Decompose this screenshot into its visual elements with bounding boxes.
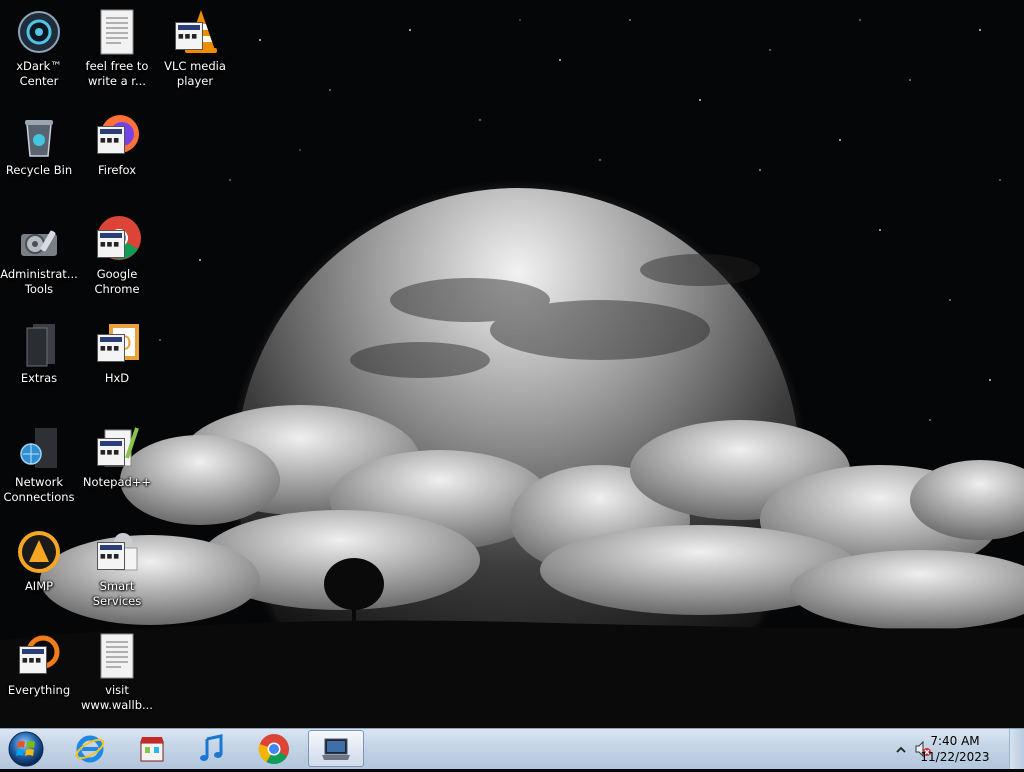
desktop-icon-label: Extras bbox=[20, 371, 58, 385]
desktop-icon-label: feel free to write a r... bbox=[85, 59, 149, 88]
firefox-icon bbox=[93, 112, 141, 160]
taskbar-button-remote-desktop[interactable] bbox=[308, 730, 364, 767]
desktop-icon-label: AIMP bbox=[24, 579, 54, 593]
network-connections-icon bbox=[15, 424, 63, 472]
system-clock[interactable]: 7:40 AM 11/22/2023 bbox=[920, 733, 990, 765]
taskbar-button-internet-explorer[interactable] bbox=[62, 730, 118, 767]
desktop-icon-recycle-bin[interactable]: Recycle Bin bbox=[0, 106, 78, 202]
text-document-icon bbox=[93, 632, 141, 680]
vlc-icon bbox=[171, 8, 219, 56]
desktop-icon-google-chrome[interactable]: Google Chrome bbox=[78, 210, 156, 306]
start-button[interactable] bbox=[4, 730, 48, 768]
desktop-icon-vlc[interactable]: VLC media player bbox=[156, 2, 234, 98]
desktop-icon-smart-services[interactable]: Smart Services bbox=[78, 522, 156, 618]
show-desktop-button[interactable] bbox=[1009, 729, 1024, 769]
desktop-icon-label: visit www.wallb... bbox=[81, 683, 153, 712]
desktop-icon-aimp[interactable]: AIMP bbox=[0, 522, 78, 618]
desktop-icon-label: xDark™ Center bbox=[16, 59, 62, 88]
desktop-icon-extras[interactable]: Extras bbox=[0, 314, 78, 410]
desktop-icon-text-file-1[interactable]: feel free to write a r... bbox=[78, 2, 156, 98]
desktop-icon-label: Recycle Bin bbox=[5, 163, 73, 177]
notepad-plus-plus-icon bbox=[93, 424, 141, 472]
internet-explorer-icon bbox=[75, 735, 105, 762]
chrome-icon bbox=[258, 733, 289, 764]
desktop-icon-label: VLC media player bbox=[164, 59, 226, 88]
desktop-icon-network-connections[interactable]: Network Connections bbox=[0, 418, 78, 514]
desktop-icon-label: Everything bbox=[7, 683, 71, 697]
clock-date: 11/22/2023 bbox=[920, 750, 990, 764]
desktop-icon-label: Administrat... Tools bbox=[0, 267, 78, 296]
system-tray: 7:40 AM 11/22/2023 bbox=[884, 729, 1024, 769]
xdark-center-icon bbox=[15, 8, 63, 56]
chevron-up-icon[interactable] bbox=[894, 742, 908, 756]
laptop-icon bbox=[322, 738, 350, 760]
desktop-icon-text-file-2[interactable]: visit www.wallb... bbox=[78, 626, 156, 722]
desktop-icon-label: Google Chrome bbox=[94, 267, 140, 296]
desktop-icon-label: Firefox bbox=[97, 163, 137, 177]
desktop-icon-label: Notepad++ bbox=[82, 475, 152, 489]
smart-services-icon bbox=[93, 528, 141, 576]
desktop-icon-hxd[interactable]: D HxD bbox=[78, 314, 156, 410]
desktop-icon-xdark-center[interactable]: xDark™ Center bbox=[0, 2, 78, 98]
text-document-icon bbox=[93, 8, 141, 56]
desktop-icon-notepad-plus-plus[interactable]: Notepad++ bbox=[78, 418, 156, 514]
folder-icon bbox=[15, 320, 63, 368]
taskbar: 7:40 AM 11/22/2023 bbox=[0, 728, 1024, 769]
aimp-icon bbox=[15, 528, 63, 576]
taskbar-button-store[interactable] bbox=[124, 730, 180, 767]
desktop-icon-firefox[interactable]: Firefox bbox=[78, 106, 156, 202]
chrome-icon bbox=[93, 216, 141, 264]
taskbar-button-chrome[interactable] bbox=[246, 730, 302, 767]
recycle-bin-icon bbox=[15, 112, 63, 160]
music-note-icon bbox=[200, 733, 223, 761]
everything-search-icon bbox=[15, 632, 63, 680]
desktop-icon-label: HxD bbox=[104, 371, 130, 385]
desktop-icon-label: Network Connections bbox=[3, 475, 75, 504]
windows-orb-icon bbox=[8, 731, 44, 767]
administrative-tools-icon bbox=[15, 216, 63, 264]
desktop-icon-everything[interactable]: Everything bbox=[0, 626, 78, 722]
taskbar-button-music[interactable] bbox=[184, 730, 240, 767]
hxd-icon: D bbox=[93, 320, 141, 368]
store-icon bbox=[140, 736, 164, 761]
desktop-icon-administrative-tools[interactable]: Administrat... Tools bbox=[0, 210, 78, 306]
clock-time: 7:40 AM bbox=[930, 734, 980, 748]
desktop-icon-label: Smart Services bbox=[92, 579, 142, 608]
